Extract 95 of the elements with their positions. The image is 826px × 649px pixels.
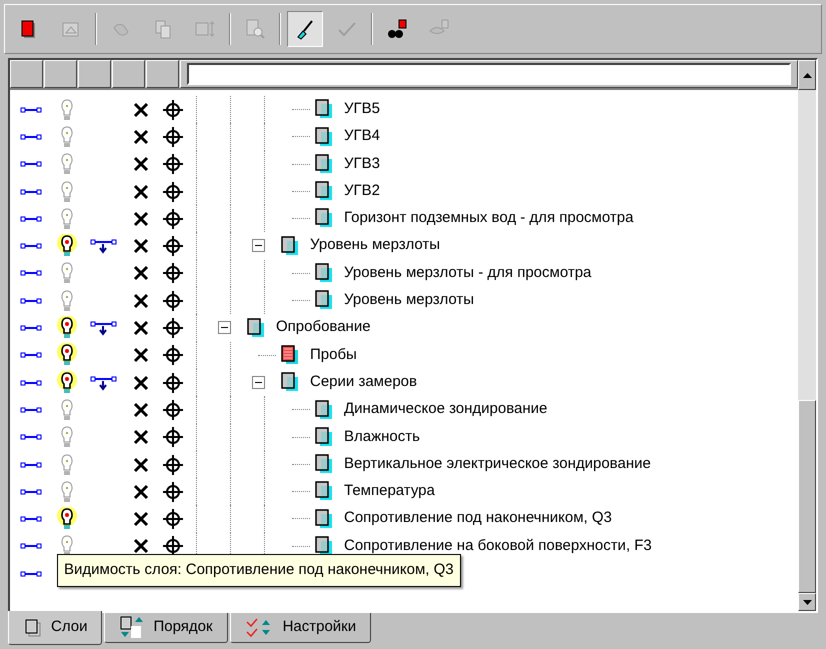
crosshair-icon[interactable] — [162, 317, 184, 340]
layer-name[interactable]: УГВ5 — [344, 98, 380, 120]
column-header[interactable] — [112, 60, 145, 88]
collapse-toggle[interactable] — [252, 376, 265, 389]
link-icon — [20, 570, 42, 578]
crosshair-icon[interactable] — [162, 126, 184, 148]
crosshair-icon[interactable] — [162, 480, 184, 503]
lit-bulb-icon[interactable] — [56, 316, 78, 340]
link-icon — [20, 269, 42, 278]
scroll-down-button[interactable] — [798, 593, 816, 611]
crosshair-icon[interactable] — [162, 180, 184, 203]
link-icon — [20, 188, 42, 196]
down-arrow-icon — [802, 600, 812, 604]
layer-name[interactable]: Уровень мерзлоты — [344, 289, 474, 312]
up-arrow-icon — [802, 72, 812, 78]
layer-name[interactable]: Горизонт подземных вод - для просмотра — [344, 207, 634, 230]
link-icon — [20, 515, 42, 524]
layer-icon — [314, 398, 334, 421]
link-icon — [20, 132, 42, 141]
tooltip: Видимость слоя: Сопротивление под наконечником, Q3 — [57, 554, 461, 586]
crosshair-icon[interactable] — [162, 398, 184, 421]
preview-icon — [244, 18, 266, 40]
layer-icon — [280, 371, 300, 394]
link-icon — [20, 406, 42, 414]
layer-icon — [314, 180, 334, 202]
layer-name[interactable]: Опробование — [276, 316, 371, 339]
layer-name[interactable]: УГВ3 — [344, 152, 380, 176]
layers-icon — [23, 618, 43, 638]
layer-icon — [314, 453, 334, 476]
crosshair-icon[interactable] — [162, 235, 184, 258]
layer-icon — [314, 98, 334, 120]
layer-name[interactable]: Уровень мерзлоты - для просмотра — [344, 262, 592, 284]
layer-icon — [314, 480, 334, 502]
crosshair-icon[interactable] — [162, 153, 184, 176]
layer-icon — [314, 262, 334, 284]
link-icon — [20, 488, 42, 496]
layer-name[interactable]: Пробы — [310, 344, 357, 366]
layer-icon — [314, 152, 334, 175]
lit-bulb-icon[interactable] — [56, 234, 78, 258]
tab[interactable]: Слои — [8, 611, 102, 645]
layer-name[interactable]: Динамическое зондирование — [344, 398, 548, 421]
crosshair-icon[interactable] — [162, 454, 184, 476]
filter-field[interactable] — [187, 63, 791, 85]
scroll-thumb[interactable] — [798, 400, 816, 593]
layer-name[interactable]: Сопротивление под наконечником, Q3 — [344, 507, 612, 530]
layer-name[interactable]: УГВ2 — [344, 180, 380, 202]
crosshair-icon[interactable] — [162, 508, 184, 530]
link-icon — [20, 378, 42, 387]
layer-icon — [314, 535, 334, 557]
column-header[interactable] — [10, 60, 43, 88]
layer-name[interactable]: Температура — [344, 480, 435, 503]
scroll-up-button[interactable] — [798, 60, 816, 90]
layer-icon — [280, 234, 300, 257]
link-icon — [20, 296, 42, 305]
layer-icon — [314, 508, 334, 530]
link-icon — [20, 433, 42, 442]
crosshair-icon[interactable] — [162, 208, 184, 230]
link-icon — [20, 242, 42, 250]
link-icon — [20, 160, 42, 168]
crosshair-icon[interactable] — [162, 344, 184, 366]
binoculars-icon — [386, 18, 408, 40]
link-icon — [20, 542, 42, 550]
lit-bulb-icon[interactable] — [56, 343, 78, 368]
lit-bulb-icon[interactable] — [56, 370, 78, 395]
layer-name[interactable]: Серии замеров — [310, 370, 417, 394]
link-icon — [20, 351, 42, 360]
link-icon — [20, 214, 42, 223]
crosshair-icon[interactable] — [162, 372, 184, 394]
layer-icon — [314, 289, 334, 312]
sample-layer-icon — [280, 344, 300, 366]
layer-icon — [314, 126, 334, 148]
layer-icon — [314, 207, 334, 230]
link-icon — [20, 106, 42, 114]
column-header[interactable] — [44, 60, 77, 88]
crosshair-icon[interactable] — [162, 426, 184, 448]
brush-tool-button[interactable] — [287, 11, 323, 47]
layer-name[interactable]: Влажность — [344, 426, 420, 448]
order-icon — [119, 616, 146, 640]
link-icon — [20, 460, 42, 468]
layer-name[interactable]: Вертикальное электрическое зондирование — [344, 452, 651, 476]
crosshair-icon[interactable] — [162, 290, 184, 312]
column-header[interactable] — [78, 60, 111, 88]
layer-icon — [246, 316, 266, 339]
crosshair-icon[interactable] — [162, 98, 184, 121]
tab[interactable]: Порядок — [104, 613, 228, 643]
collapse-toggle[interactable] — [252, 239, 265, 252]
layer-icon — [314, 426, 334, 448]
layer-name[interactable]: Уровень мерзлоты — [310, 234, 440, 257]
collapse-toggle[interactable] — [218, 321, 231, 334]
link-icon — [20, 324, 42, 332]
column-header[interactable] — [146, 60, 179, 88]
crosshair-icon[interactable] — [162, 262, 184, 284]
tab[interactable]: Настройки — [230, 613, 372, 643]
lit-bulb-icon[interactable] — [56, 507, 78, 532]
layer-name[interactable]: УГВ4 — [344, 125, 380, 148]
